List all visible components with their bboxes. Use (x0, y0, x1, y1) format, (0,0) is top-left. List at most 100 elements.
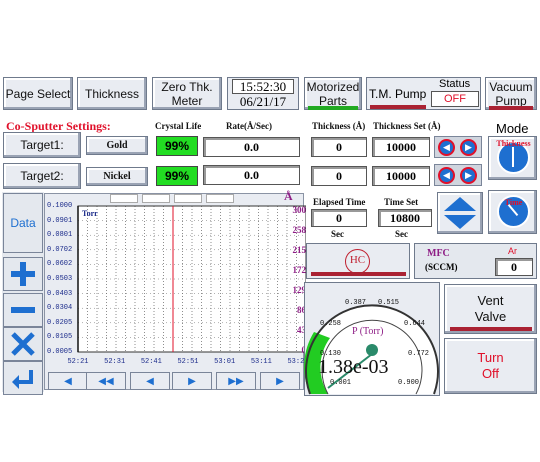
right-axis-label: Å (284, 189, 293, 203)
x-tick-label: 52:31 (104, 358, 126, 366)
clock-time: 15:52:30 (232, 79, 294, 94)
y-tick-label: 0.0005 (47, 348, 73, 356)
target2-thickness-set-input[interactable]: 10000 (372, 166, 430, 186)
target2-increase-icon[interactable]: ▶ (460, 167, 477, 184)
tm-pump-button[interactable]: T.M. Pump (369, 87, 426, 101)
gauge-hub (366, 344, 378, 356)
motorized-indicator (308, 106, 358, 110)
mfc-unit: (SCCM) (425, 262, 458, 272)
vent-line2: Valve (474, 309, 507, 324)
target1-decrease-icon[interactable]: ◀ (438, 139, 455, 156)
target1-thickness-set-input[interactable]: 10000 (372, 137, 430, 157)
hc-indicator (311, 272, 406, 276)
target2-material: Nickel (103, 171, 131, 182)
target2-arrow-buttons: ◀ ▶ (434, 164, 482, 186)
gauge-tick-3: 0.387 (345, 299, 367, 307)
target2-material-button[interactable]: Nickel (86, 167, 148, 186)
status-label: Status (439, 78, 471, 90)
y-tick-label: 0.0801 (47, 231, 73, 240)
time-set-stepper[interactable] (437, 192, 483, 234)
mfc-value[interactable]: 0 (495, 258, 533, 276)
mode-time-label: Time (504, 198, 523, 207)
elapsed-time-unit: Sec (331, 229, 344, 239)
return-button[interactable] (3, 361, 43, 395)
turbo-turn-off-button[interactable]: Turn Off (444, 338, 537, 394)
target2-crystal-life: 99% (156, 166, 198, 186)
nav-forward-button[interactable]: ▶ (172, 372, 212, 390)
zero-thk-line2: Meter (171, 93, 203, 108)
status-value: OFF (431, 91, 479, 107)
crystal-life-header: Crystal Life (155, 121, 202, 131)
y-tick-label: 0.0304 (47, 304, 73, 313)
target1-material: Gold (106, 140, 128, 151)
target2-button[interactable]: Target2: (3, 163, 81, 189)
chart-ylabel: Torr (82, 209, 98, 218)
mfc-gas: Ar (508, 246, 517, 256)
zero-thk-meter-button[interactable]: Zero Thk. Meter (152, 77, 222, 110)
return-icon (12, 370, 33, 389)
mfc-label: MFC (427, 248, 450, 259)
right-axis-tick-label: 215 (292, 245, 307, 255)
vacuum-indicator (489, 106, 533, 110)
hc-label: HC (349, 254, 366, 266)
y-tick-label: 0.1000 (47, 202, 73, 210)
time-set-input[interactable]: 10800 (378, 209, 432, 227)
hc-button[interactable]: HC (306, 243, 410, 279)
right-axis-tick-label: 43 (297, 325, 306, 335)
page-select-label: Page Select (5, 86, 71, 101)
clock-panel: 15:52:30 06/21/17 (227, 77, 299, 110)
mode-thickness-button[interactable]: Thickness (488, 136, 537, 180)
mode-thickness-label: Thickness (496, 139, 531, 148)
nav-last-button[interactable]: ▶ (260, 372, 300, 390)
trend-chart (77, 205, 306, 353)
y-tick-label: 0.0403 (47, 289, 73, 298)
nav-back-button[interactable]: ◀ (130, 372, 170, 390)
target2-decrease-icon[interactable]: ◀ (438, 167, 455, 184)
motorized-line1: Motorized (306, 79, 360, 94)
clear-button[interactable] (3, 327, 43, 361)
x-tick-label: 53:01 (214, 358, 236, 366)
gauge-tick-5: 0.644 (404, 320, 426, 328)
zoom-out-button[interactable] (3, 293, 43, 327)
zoom-in-button[interactable] (3, 257, 43, 291)
vent-line1: Vent (477, 293, 504, 308)
target1-increase-icon[interactable]: ▶ (460, 139, 477, 156)
data-button[interactable]: Data (3, 193, 43, 253)
y-tick-label: 0.0105 (47, 333, 73, 342)
x-tick-label: 53:11 (250, 358, 272, 366)
y-tick-label: 0.0205 (47, 318, 73, 327)
time-set-label: Time Set (384, 197, 419, 207)
y-tick-label: 0.0503 (47, 275, 73, 283)
elapsed-time-value: 0 (311, 209, 367, 227)
target2-rate: 0.0 (203, 165, 300, 185)
x-tick-label: 52:41 (140, 358, 162, 366)
thickness-button[interactable]: Thickness (77, 77, 147, 110)
mfc-panel: MFC (SCCM) Ar 0 (414, 243, 537, 279)
nav-fast-back-button[interactable]: ◀◀ (86, 372, 126, 390)
y-tick-label: 0.0702 (47, 245, 73, 254)
target1-button[interactable]: Target1: (3, 132, 81, 158)
gauge-tick-4: 0.515 (378, 299, 400, 307)
gauge-tick-7: 0.900 (398, 379, 420, 387)
gauge-label: P (Torr) (352, 326, 384, 337)
minus-icon (11, 307, 35, 313)
gauge-tick-2: 0.258 (320, 320, 342, 328)
turbo-line2: Off (481, 366, 500, 381)
thickness-label: Thickness (84, 86, 140, 101)
gauge-tick-6: 0.772 (408, 350, 430, 358)
close-icon (11, 332, 35, 356)
nav-fast-forward-button[interactable]: ▶▶ (216, 372, 256, 390)
gauge-tick-0: 0.001 (330, 379, 352, 387)
mode-time-button[interactable]: Time (488, 190, 537, 234)
right-axis-tick-label: 86 (297, 305, 306, 315)
page-select-button[interactable]: Page Select (3, 77, 73, 110)
target1-thickness: 0 (311, 137, 367, 157)
plus-icon (11, 262, 35, 286)
target1-material-button[interactable]: Gold (86, 136, 148, 155)
tm-pump-indicator (370, 105, 426, 109)
nav-first-button[interactable]: ◀ (48, 372, 88, 390)
y-tick-label: 0.0901 (47, 216, 73, 225)
up-down-arrows-icon (444, 197, 476, 229)
rate-header: Rate(Å/Sec) (226, 121, 272, 131)
mode-label: Mode (496, 121, 529, 136)
